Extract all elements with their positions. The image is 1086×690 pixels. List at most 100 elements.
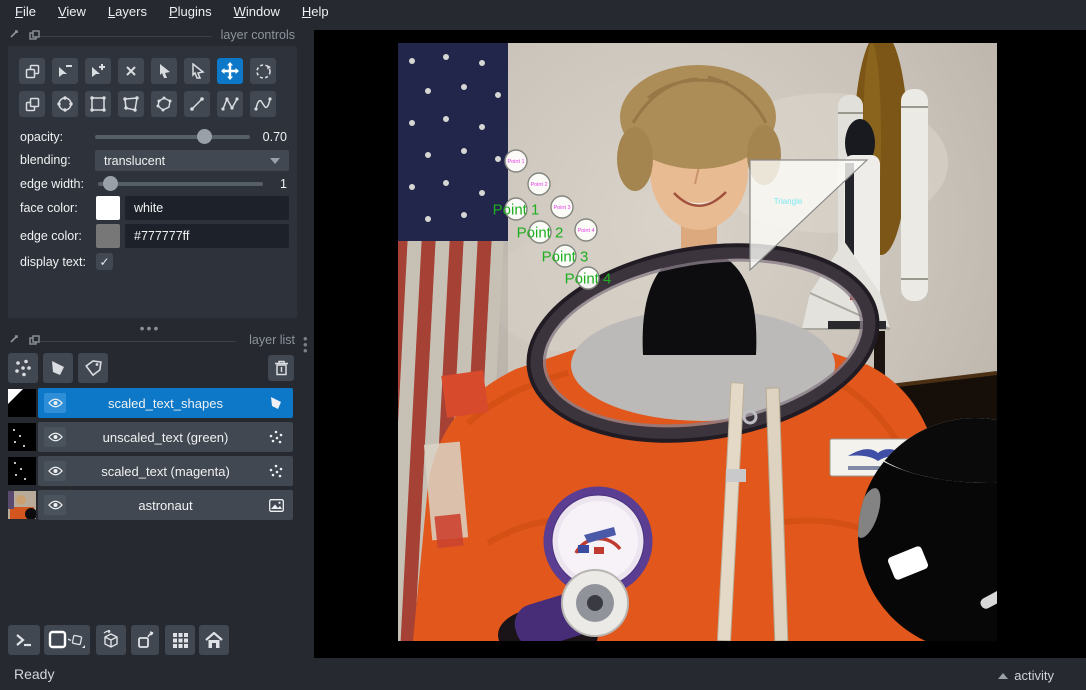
layer-name: scaled_text (magenta) (101, 463, 230, 479)
point-label-green: Point 2 (517, 224, 564, 241)
vertex-insert-button[interactable] (85, 58, 111, 84)
menu-file[interactable]: File (4, 2, 47, 21)
new-points-layer-icon (15, 359, 31, 377)
dock-float-icon[interactable] (29, 335, 40, 346)
edge-color-swatch[interactable] (96, 224, 120, 248)
select-vertex-button[interactable] (184, 58, 210, 84)
edge-width-value: 1 (280, 177, 287, 191)
move-button[interactable] (217, 58, 243, 84)
layer-row-shapes[interactable]: scaled_text_shapes (8, 388, 297, 418)
dock-hide-icon[interactable] (10, 335, 21, 346)
status-bar: Ready activity (0, 658, 1086, 690)
edge-color-value: #777777ff (134, 229, 190, 243)
roll-dims-button[interactable] (96, 625, 126, 655)
ndisplay-2d3d-icon (48, 630, 85, 649)
edge-width-slider-handle[interactable] (103, 176, 118, 191)
triangle-shape[interactable] (749, 159, 869, 272)
trash-icon (274, 360, 288, 376)
dock-menu-icon[interactable]: • • • (303, 332, 308, 357)
ndisplay-button[interactable] (44, 625, 90, 655)
move-back-button[interactable] (19, 58, 45, 84)
layer-row-points-green[interactable]: unscaled_text (green) (8, 422, 297, 452)
points-layer-icon (267, 462, 285, 480)
add-line-button[interactable] (184, 91, 210, 117)
new-points-layer-button[interactable] (8, 353, 38, 383)
add-polygon-lasso-button[interactable] (151, 91, 177, 117)
delete-shape-button[interactable] (118, 58, 144, 84)
dock-float-icon[interactable] (29, 30, 40, 41)
point-label-magenta: Point 1 (507, 159, 524, 165)
new-labels-layer-button[interactable] (78, 353, 108, 383)
grid-view-button[interactable] (165, 625, 195, 655)
point-label-magenta: Point 2 (530, 182, 547, 188)
shapes-layer-icon (267, 394, 285, 412)
menu-help[interactable]: Help (291, 2, 340, 21)
face-color-swatch[interactable] (96, 196, 120, 220)
menu-window[interactable]: Window (223, 2, 291, 21)
layer-list: scaled_text_shapes unscaled_text (green)… (8, 388, 297, 524)
header-rule (40, 341, 236, 342)
layer-name: unscaled_text (green) (102, 429, 229, 445)
face-color-field[interactable]: white (125, 196, 289, 220)
add-path-button[interactable] (217, 91, 243, 117)
layer-thumbnail (8, 457, 36, 485)
caret-up-icon (998, 672, 1009, 679)
layer-list-header: layer list (8, 333, 308, 349)
edge-width-slider[interactable] (98, 176, 263, 191)
menu-view[interactable]: View (47, 2, 97, 21)
check-icon: ✓ (99, 254, 110, 269)
face-color-label: face color: (20, 201, 78, 215)
delete-layer-button[interactable] (268, 355, 294, 381)
blending-label: blending: (20, 153, 71, 167)
layer-controls-title: layer controls (220, 28, 295, 42)
edge-color-field[interactable]: #777777ff (125, 224, 289, 248)
menu-plugins[interactable]: Plugins (158, 2, 223, 21)
add-polygon-button[interactable] (118, 91, 144, 117)
annotation-overlay: Triangle Point 1 Point 2 Point 3 Point 4 Poin… (493, 149, 869, 290)
display-text-checkbox[interactable]: ✓ (96, 253, 113, 270)
face-color-value: white (134, 201, 164, 215)
layer-name: astronaut (138, 497, 193, 513)
points-layer-icon (267, 428, 285, 446)
point-label-magenta: Point 3 (553, 205, 570, 211)
activity-toggle[interactable]: activity (998, 668, 1054, 683)
activity-label: activity (1014, 668, 1054, 683)
layer-thumbnail (8, 491, 36, 519)
grid-view-icon (172, 632, 188, 648)
opacity-slider[interactable] (95, 129, 250, 144)
console-button[interactable] (8, 625, 40, 655)
menu-layers[interactable]: Layers (97, 2, 158, 21)
point-label-green: Point 1 (493, 201, 540, 218)
transpose-dims-button[interactable] (131, 625, 159, 655)
add-polyline-button[interactable] (250, 91, 276, 117)
vertex-remove-button[interactable] (52, 58, 78, 84)
transform-button[interactable] (250, 58, 276, 84)
layer-controls-header: layer controls (8, 28, 308, 44)
layer-row-image[interactable]: astronaut (8, 490, 297, 520)
dock-hide-icon[interactable] (10, 30, 21, 41)
point-label-green: Point 4 (565, 270, 612, 287)
add-rectangle-button[interactable] (85, 91, 111, 117)
home-button[interactable] (199, 625, 229, 655)
blending-value: translucent (104, 153, 166, 168)
layer-row-points-magenta[interactable]: scaled_text (magenta) (8, 456, 297, 486)
chevron-down-icon (270, 158, 280, 164)
new-shapes-layer-button[interactable] (43, 353, 73, 383)
edge-color-label: edge color: (20, 229, 82, 243)
blending-dropdown[interactable]: translucent (95, 150, 289, 171)
transpose-dims-icon (137, 630, 153, 648)
viewer-canvas[interactable]: Triangle Point 1 Point 2 Point 3 Point 4 Poin… (314, 30, 1086, 658)
triangle-label: Triangle (774, 197, 803, 206)
roll-dims-icon (103, 630, 118, 648)
select-shape-button[interactable] (151, 58, 177, 84)
opacity-value: 0.70 (262, 130, 287, 144)
move-front-button[interactable] (19, 91, 45, 117)
new-shapes-layer-icon (52, 361, 64, 375)
display-text-label: display text: (20, 255, 87, 269)
menu-bar: File View Layers Plugins Window Help (0, 0, 1086, 23)
new-labels-layer-icon (84, 359, 102, 376)
layer-thumbnail (8, 389, 36, 417)
point-label-magenta: Point 4 (577, 228, 594, 234)
opacity-slider-handle[interactable] (197, 129, 212, 144)
add-ellipse-button[interactable] (52, 91, 78, 117)
